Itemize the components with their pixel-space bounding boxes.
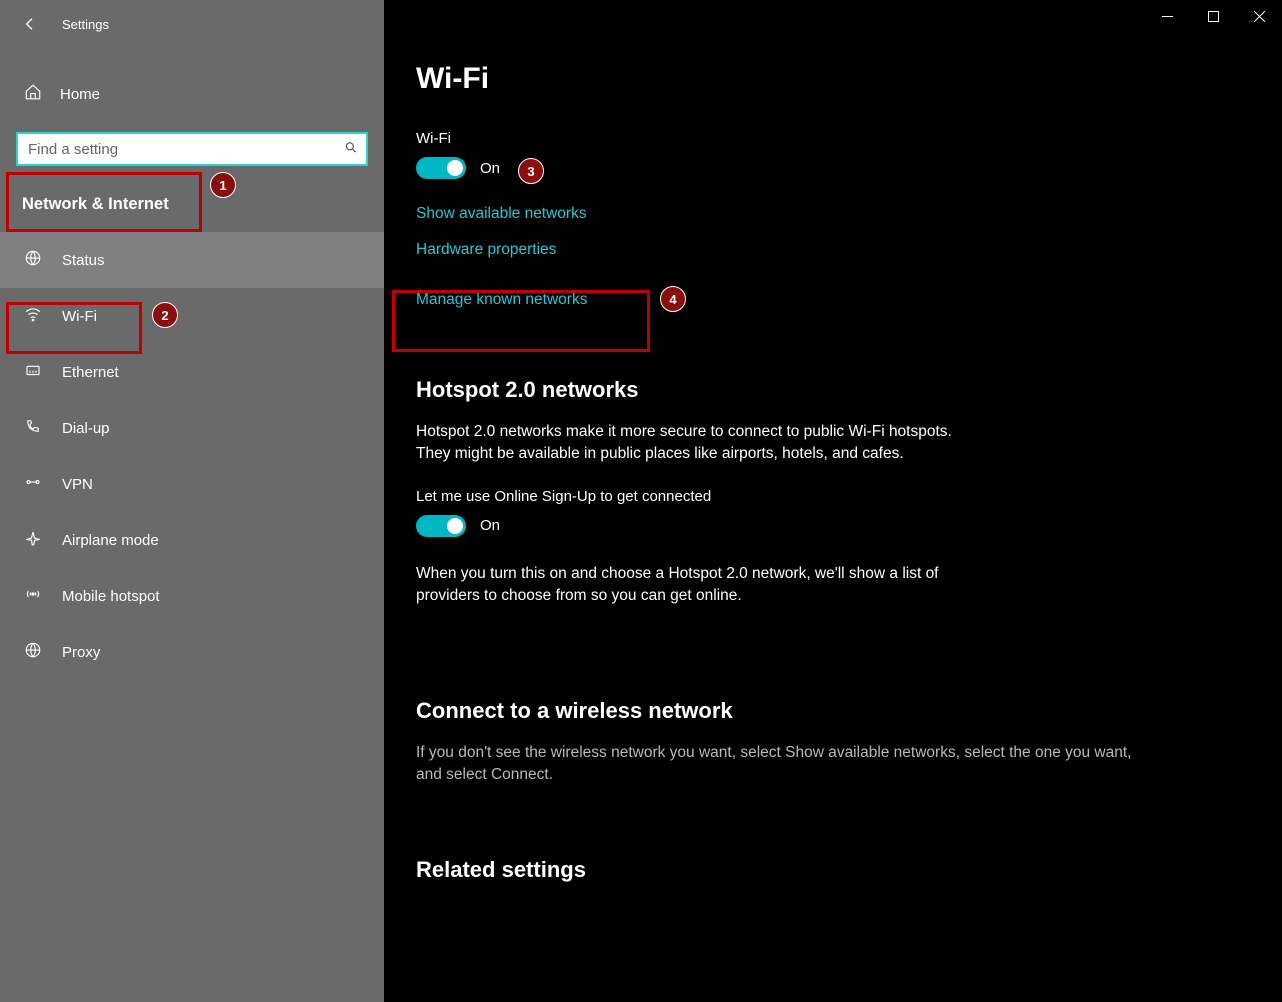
wifi-icon [22,305,44,328]
connect-desc: If you don't see the wireless network yo… [416,742,1154,787]
hotspot-toggle-row: On [416,515,1154,537]
wifi-toggle-row: On [416,157,1154,179]
nav-item-vpn[interactable]: VPN [0,456,384,512]
related-section-title: Related settings [416,857,1154,883]
hotspot-toggle[interactable] [416,515,466,537]
nav-item-wifi[interactable]: Wi-Fi [0,288,384,344]
app-title: Settings [62,17,109,32]
hotspot-desc: Hotspot 2.0 networks make it more secure… [416,421,956,466]
home-icon [22,83,44,106]
sidebar-header: Settings [0,0,384,48]
nav-list: Status Wi-Fi Ethernet Dial-up VPN Airpla… [0,232,384,680]
proxy-icon [22,641,44,664]
hotspot-signup-desc: When you turn this on and choose a Hotsp… [416,563,956,608]
nav-label: Proxy [62,644,100,661]
window-controls [1144,0,1282,32]
nav-label: Status [62,252,105,269]
globe-icon [22,249,44,272]
nav-item-ethernet[interactable]: Ethernet [0,344,384,400]
nav-label: Ethernet [62,364,119,381]
hotspot-toggle-state: On [480,517,500,534]
sidebar: Settings Home Network & Internet Status … [0,0,384,1002]
search-container [16,132,368,166]
phone-icon [22,417,44,440]
hotspot-signup-label: Let me use Online Sign-Up to get connect… [416,488,1154,505]
back-button[interactable] [16,10,44,38]
nav-item-hotspot[interactable]: Mobile hotspot [0,568,384,624]
nav-item-dialup[interactable]: Dial-up [0,400,384,456]
nav-item-airplane[interactable]: Airplane mode [0,512,384,568]
hotspot-section-title: Hotspot 2.0 networks [416,377,1154,403]
close-button[interactable] [1236,0,1282,32]
category-header: Network & Internet [0,176,384,232]
ethernet-icon [22,361,44,384]
search-icon [344,141,358,158]
minimize-button[interactable] [1144,0,1190,32]
nav-label: Mobile hotspot [62,588,160,605]
content-pane: Wi-Fi Wi-Fi On Show available networks H… [384,0,1282,1002]
nav-label: VPN [62,476,93,493]
link-manage-networks[interactable]: Manage known networks [416,277,609,323]
page-title: Wi-Fi [416,62,1154,96]
nav-label: Wi-Fi [62,308,97,325]
nav-item-proxy[interactable]: Proxy [0,624,384,680]
connect-section-title: Connect to a wireless network [416,698,1154,724]
link-hardware-properties[interactable]: Hardware properties [416,241,1154,259]
home-label: Home [60,86,100,103]
vpn-icon [22,473,44,496]
nav-label: Dial-up [62,420,110,437]
wifi-section-label: Wi-Fi [416,130,1154,147]
home-nav[interactable]: Home [0,70,384,118]
hotspot-icon [22,585,44,608]
wifi-toggle[interactable] [416,157,466,179]
search-input[interactable] [16,132,368,166]
wifi-toggle-state: On [480,160,500,177]
nav-item-status[interactable]: Status [0,232,384,288]
airplane-icon [22,529,44,552]
link-show-networks[interactable]: Show available networks [416,205,1154,223]
nav-label: Airplane mode [62,532,159,549]
maximize-button[interactable] [1190,0,1236,32]
